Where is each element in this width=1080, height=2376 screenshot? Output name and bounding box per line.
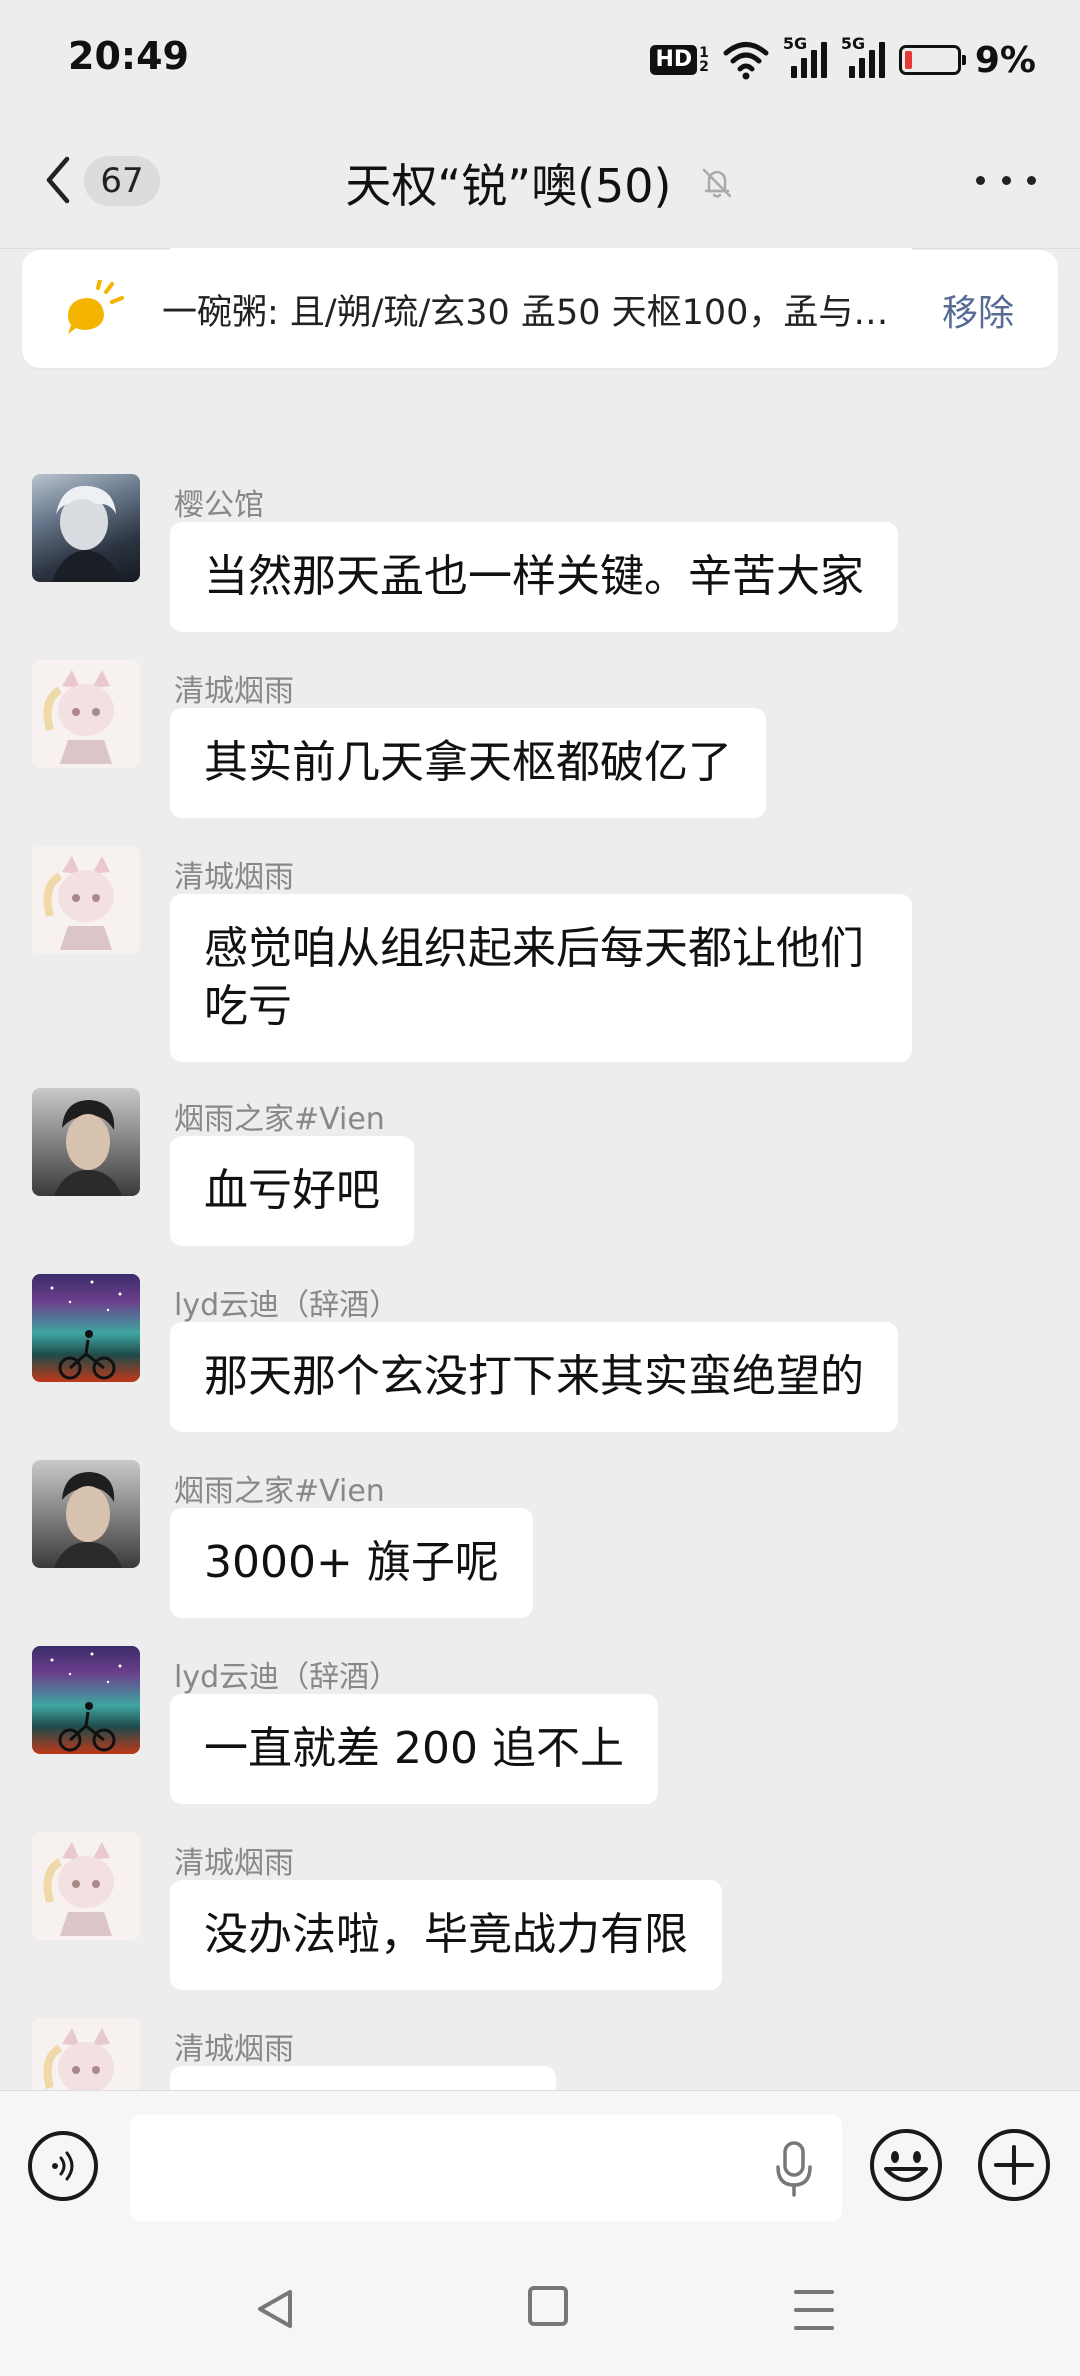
message-input[interactable]	[130, 2115, 842, 2221]
avatar[interactable]	[32, 474, 140, 582]
avatar-image	[54, 1472, 122, 1568]
message-input-bar	[0, 2090, 1080, 2243]
message-bubble[interactable]: 血亏好吧	[170, 1136, 414, 1246]
sender-name: lyd云迪（辞酒）	[174, 1288, 400, 1323]
battery-percent: 9%	[974, 39, 1036, 81]
sender-name: 樱公馆	[174, 488, 264, 523]
avatar-image	[54, 1100, 122, 1196]
battery-icon	[898, 45, 966, 75]
avatar-image	[43, 856, 114, 950]
avatar-image	[43, 1842, 114, 1936]
pinned-announcement[interactable]: 一碗粥: 且/朔/琉/玄30 孟50 天枢100，孟与… 移除	[22, 250, 1058, 368]
sender-name: 清城烟雨	[174, 1846, 294, 1881]
status-bar: 20:49 HD 1 2 5G 5G 9%	[0, 0, 1080, 110]
hd-label: HD	[650, 45, 698, 75]
remove-pinned-button[interactable]: 移除	[942, 284, 1014, 336]
sender-name: lyd云迪（辞酒）	[174, 1660, 400, 1695]
more-dots-icon	[976, 175, 985, 185]
battery-level-fill	[904, 51, 912, 69]
chat-header: 67 天权“锐”噢(50)	[0, 110, 1080, 249]
voice-mode-button[interactable]	[28, 2131, 98, 2201]
message-bubble[interactable]: 3000+ 旗子呢	[170, 1508, 533, 1618]
sender-name: 烟雨之家#Vien	[174, 1102, 385, 1137]
message-bubble[interactable]: 当然那天孟也一样关键。辛苦大家	[170, 522, 898, 632]
chat-title[interactable]: 天权“锐”噢(50)	[345, 159, 671, 213]
avatar[interactable]	[32, 1274, 140, 1382]
system-menu-icon[interactable]	[794, 2290, 834, 2330]
system-home-icon[interactable]	[528, 2286, 568, 2326]
avatar-image	[52, 485, 122, 582]
title-wrap: 天权“锐”噢(50)	[0, 150, 1080, 216]
avatar-image	[43, 670, 114, 764]
avatar-image	[43, 2028, 114, 2090]
cellular-signal-icon: 5G	[841, 34, 885, 82]
voice-mode-icon	[52, 2151, 74, 2181]
more-button[interactable]	[976, 160, 1036, 200]
message-bubble[interactable]: 其实前几天拿天枢都破亿了	[170, 708, 766, 818]
avatar[interactable]	[32, 846, 140, 954]
sender-name: 烟雨之家#Vien	[174, 1474, 385, 1509]
signal-label: 5G	[782, 34, 808, 53]
pinned-announcement-text: 一碗粥: 且/朔/琉/玄30 孟50 天枢100，孟与…	[162, 293, 889, 333]
status-icons: HD 1 2 5G 5G 9%	[650, 34, 1036, 84]
hd-sub-label: 1 2	[699, 45, 709, 75]
message-bubble[interactable]: 一直就差 200 追不上	[170, 1694, 658, 1804]
status-time: 20:49	[68, 34, 189, 78]
sender-name: 清城烟雨	[174, 860, 294, 895]
signal-label: 5G	[840, 34, 866, 53]
avatar[interactable]	[32, 1088, 140, 1196]
avatar[interactable]	[32, 660, 140, 768]
avatar-image	[50, 1280, 122, 1380]
avatar[interactable]	[32, 1460, 140, 1568]
message-bubble[interactable]: 那天那个玄没打下来其实蛮绝望的	[170, 1322, 898, 1432]
sender-name: 清城烟雨	[174, 674, 294, 709]
sender-name: 清城烟雨	[174, 2032, 294, 2067]
system-back-icon[interactable]	[252, 2286, 298, 2332]
message-bubble[interactable]	[170, 2066, 556, 2090]
microphone-icon[interactable]	[772, 2139, 816, 2199]
system-navigation-bar	[0, 2242, 1080, 2376]
message-bubble[interactable]: 感觉咱从组织起来后每天都让他们吃亏	[170, 894, 912, 1062]
chat-message-list[interactable]: 亏了 樱公馆 当然那天孟也一样关键。辛苦大家 清城烟雨 其实前几天拿天枢都破亿了	[0, 248, 1080, 2090]
avatar[interactable]	[32, 1832, 140, 1940]
emoji-icon[interactable]	[868, 2127, 944, 2203]
plus-icon[interactable]	[976, 2127, 1052, 2203]
hd-voice-icon: HD 1 2	[650, 45, 709, 75]
announcement-bubble-icon	[68, 280, 124, 334]
avatar[interactable]	[32, 1646, 140, 1754]
avatar[interactable]	[32, 2018, 140, 2090]
message-bubble[interactable]: 没办法啦，毕竟战力有限	[170, 1880, 722, 1990]
wifi-icon	[723, 42, 769, 80]
avatar-image	[50, 1652, 122, 1752]
muted-bell-icon	[702, 168, 731, 198]
cellular-signal-icon: 5G	[783, 34, 827, 82]
